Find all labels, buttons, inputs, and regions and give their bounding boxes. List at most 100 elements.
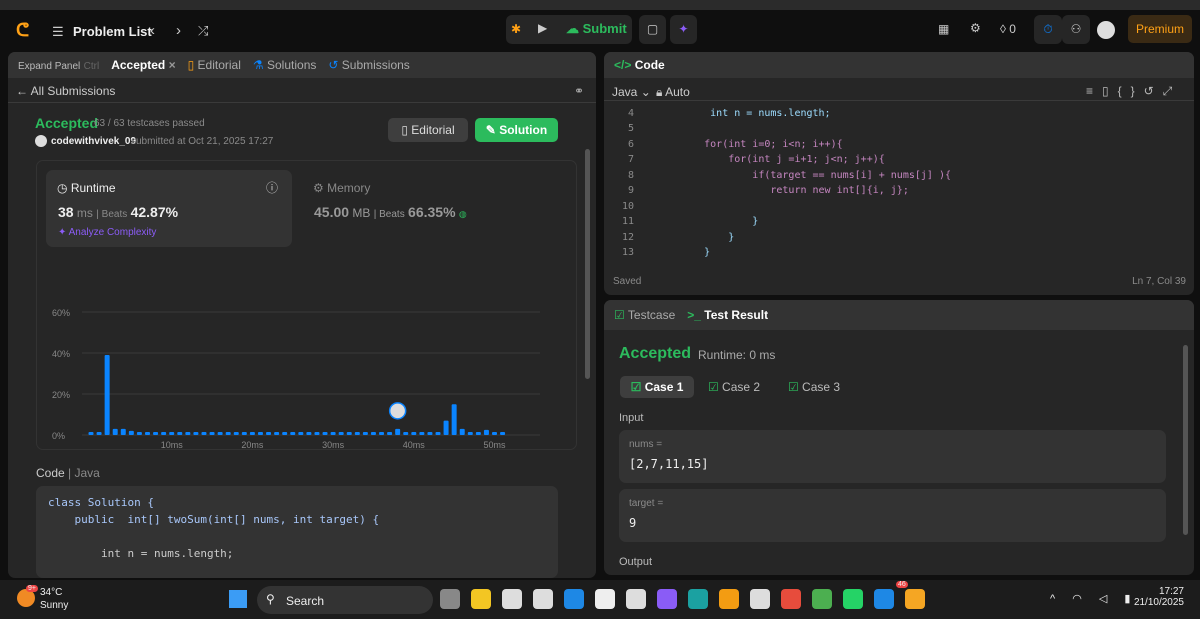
runtime-bar[interactable] <box>443 420 449 435</box>
code-line[interactable]: } <box>662 232 951 248</box>
premium-button[interactable]: Premium <box>1128 15 1192 43</box>
runtime-bar[interactable] <box>241 432 247 435</box>
streak-counter[interactable]: ◊ 0 <box>1000 22 1016 36</box>
runtime-bar[interactable] <box>128 430 134 435</box>
taskbar-app-icon[interactable] <box>750 589 770 609</box>
submit-button[interactable]: ☁ Submit <box>566 21 627 37</box>
runtime-bar[interactable] <box>387 432 393 435</box>
runtime-bar[interactable] <box>274 432 280 435</box>
runtime-bar[interactable] <box>395 428 401 435</box>
run-button[interactable]: ▶ <box>538 21 547 35</box>
runtime-bar[interactable] <box>459 428 465 435</box>
scrollbar[interactable] <box>1183 345 1188 535</box>
runtime-distribution-chart[interactable]: 60%40%20%0%10ms10ms20ms20ms30ms30ms40ms4… <box>36 252 577 450</box>
leetcode-logo-icon[interactable]: ᕦ <box>16 20 29 41</box>
avatar[interactable] <box>1097 21 1115 39</box>
code-line[interactable]: } <box>662 216 951 232</box>
runtime-bar[interactable] <box>257 432 263 435</box>
tab-solutions[interactable]: ⚗ Solutions <box>253 58 316 72</box>
runtime-bar[interactable] <box>379 432 385 435</box>
editor-toolbar-icons[interactable]: ≡▯{}↺⤢ <box>1086 84 1181 99</box>
runtime-bar[interactable] <box>370 432 376 435</box>
runtime-bar[interactable] <box>185 432 191 435</box>
system-tray-icons[interactable]: ^ ◠ ◁ ▮ <box>1050 592 1137 605</box>
runtime-bar[interactable] <box>500 432 506 435</box>
layout-icon[interactable]: ▦ <box>938 22 949 36</box>
timer-button[interactable]: ⏱ <box>1034 15 1062 44</box>
runtime-bar[interactable] <box>217 432 223 435</box>
runtime-bar[interactable] <box>330 432 336 435</box>
runtime-bar[interactable] <box>153 432 159 435</box>
runtime-bar[interactable] <box>225 432 231 435</box>
language-select[interactable]: Java ⌄ <box>612 85 651 99</box>
runtime-bar[interactable] <box>161 432 167 435</box>
analyze-complexity-link[interactable]: ✦ Analyze Complexity <box>58 227 156 238</box>
runtime-bar[interactable] <box>354 432 360 435</box>
runtime-bar[interactable] <box>338 432 344 435</box>
runtime-bar[interactable] <box>435 432 441 435</box>
runtime-bar[interactable] <box>88 432 94 435</box>
runtime-bar[interactable] <box>201 432 207 435</box>
taskbar-app-icon[interactable] <box>781 589 801 609</box>
runtime-bar[interactable] <box>427 432 433 435</box>
search-box[interactable]: ⚲ Search <box>257 586 433 614</box>
taskbar-app-icon[interactable] <box>564 589 584 609</box>
tab-editorial[interactable]: ▯ Editorial <box>188 58 241 72</box>
runtime-bar[interactable] <box>209 432 215 435</box>
taskbar-app-icon[interactable] <box>719 589 739 609</box>
shuffle-icon[interactable]: ⤮ <box>198 23 208 39</box>
code-line[interactable] <box>662 123 951 139</box>
taskbar-app-icon[interactable] <box>502 589 522 609</box>
tab-submissions[interactable]: ↺ Submissions <box>328 58 409 72</box>
taskbar-app-icon[interactable] <box>595 589 615 609</box>
code-line[interactable]: } <box>662 247 951 260</box>
taskbar-app-icon[interactable] <box>843 589 863 609</box>
auto-mode[interactable]: 🔒︎ Auto <box>656 85 690 100</box>
case-3-tab[interactable]: ☑ Case 3 <box>784 376 844 398</box>
runtime-bar[interactable] <box>403 432 409 435</box>
runtime-bar[interactable] <box>282 432 288 435</box>
add-friend-button[interactable]: ⚇ <box>1062 15 1090 44</box>
runtime-card[interactable]: ◷ Runtime ⓘ 38 ms | Beats 42.87% ✦ Analy… <box>46 170 292 247</box>
runtime-bar[interactable] <box>419 432 425 435</box>
taskbar-app-icon[interactable] <box>626 589 646 609</box>
runtime-bar[interactable] <box>136 432 142 435</box>
settings-gear-icon[interactable]: ⚙ <box>970 21 981 35</box>
runtime-bar[interactable] <box>290 432 296 435</box>
editorial-button[interactable]: ▯ Editorial <box>388 118 468 142</box>
code-text[interactable]: int n = nums.length; for(int i=0; i<n; i… <box>662 100 951 260</box>
runtime-bar[interactable] <box>112 428 118 435</box>
runtime-bar[interactable] <box>451 404 457 435</box>
runtime-bar[interactable] <box>314 432 320 435</box>
solution-button[interactable]: ✎ Solution <box>475 118 558 142</box>
memory-label[interactable]: ⚙ Memory <box>313 181 370 195</box>
runtime-bar[interactable] <box>120 428 126 435</box>
taskbar-app-icon[interactable] <box>657 589 677 609</box>
runtime-bar[interactable] <box>144 432 150 435</box>
case-2-tab[interactable]: ☑ Case 2 <box>704 376 764 398</box>
case-1-tab[interactable]: ☑ Case 1 <box>620 376 694 398</box>
runtime-bar[interactable] <box>298 432 304 435</box>
runtime-bar[interactable] <box>233 432 239 435</box>
runtime-bar[interactable] <box>177 432 183 435</box>
code-line[interactable]: for(int j =i+1; j<n; j++){ <box>662 154 951 170</box>
code-line[interactable]: return new int[]{i, j}; <box>662 185 951 201</box>
problem-list-link[interactable]: Problem List <box>73 24 152 39</box>
runtime-bar[interactable] <box>266 432 272 435</box>
taskbar-app-icon[interactable] <box>533 589 553 609</box>
runtime-bar[interactable] <box>346 432 352 435</box>
share-link-icon[interactable]: ⚭ <box>574 84 584 98</box>
runtime-bar[interactable] <box>306 432 312 435</box>
close-tab-icon[interactable]: × <box>169 58 176 72</box>
clock[interactable]: 17:27 21/10/2025 <box>1134 586 1184 608</box>
runtime-bar[interactable] <box>322 432 328 435</box>
tab-testcase[interactable]: ☑ Testcase <box>614 308 675 322</box>
runtime-bar[interactable] <box>169 432 175 435</box>
runtime-bar[interactable] <box>483 429 489 435</box>
taskbar-app-icon[interactable] <box>471 589 491 609</box>
next-problem-button[interactable]: › <box>176 22 181 39</box>
taskbar-app-icon[interactable] <box>905 589 925 609</box>
taskbar-app-icon[interactable] <box>688 589 708 609</box>
code-line[interactable] <box>662 201 951 217</box>
taskbar-app-icon[interactable] <box>812 589 832 609</box>
